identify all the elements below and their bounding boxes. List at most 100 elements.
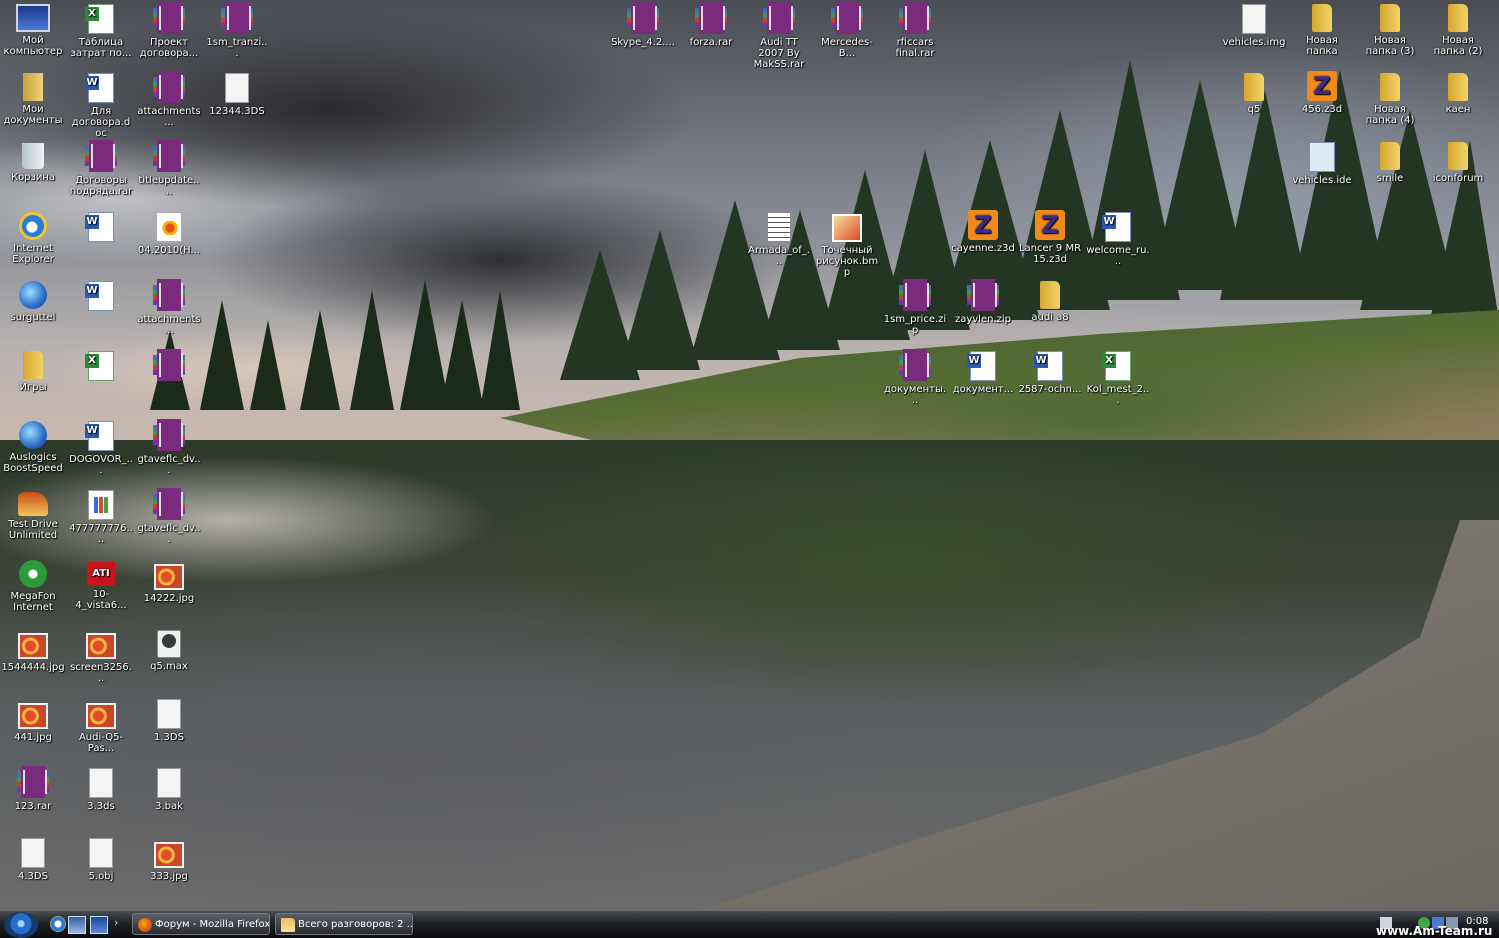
quick-launch-more-button[interactable]: › <box>114 916 118 929</box>
rar-archive-icon <box>967 279 999 311</box>
desktop-icon-file[interactable]: 477777776.... <box>68 488 134 545</box>
desktop-icon-rar[interactable]: Проект договора... <box>136 2 202 59</box>
desktop-icon-max[interactable]: q5.max <box>136 627 202 672</box>
desktop-icon-doc[interactable]: Для договора.doc <box>68 71 134 139</box>
word-file-icon <box>85 281 114 311</box>
desktop-icon-file[interactable]: vehicles.img <box>1221 2 1287 48</box>
desktop-icon-rar[interactable]: Audi TT 2007 By MakSS.rar <box>746 2 812 70</box>
desktop-icon-rar[interactable]: forza.rar <box>678 2 744 48</box>
system-tray: 0:08 www.Am-Team.ru <box>1374 914 1499 938</box>
desktop-icon-jpg[interactable]: 14222.jpg <box>136 558 202 604</box>
desktop-icon-test-drive[interactable]: Test Drive Unlimited <box>0 488 66 541</box>
desktop-icon-file[interactable]: 4.3DS <box>0 836 66 882</box>
folder-icon <box>1312 4 1332 32</box>
desktop-icon-bmp[interactable]: Точечный рисунок.bmp <box>814 210 880 278</box>
desktop-icon-rar[interactable]: rficcars final.rar <box>882 2 948 59</box>
image-file-icon <box>18 703 48 729</box>
desktop-icon-rar[interactable]: документы... <box>882 349 948 406</box>
desktop-icon-text[interactable]: Armada_of_... <box>746 210 812 267</box>
desktop-icon-doc[interactable]: документ... <box>950 349 1016 395</box>
megafon-icon <box>19 560 47 588</box>
desktop-icon-jpg[interactable]: 1544444.jpg <box>0 627 66 673</box>
desktop-icon-z3d[interactable]: Z 456.z3d <box>1289 71 1355 115</box>
desktop-icon-folder[interactable]: iconforum <box>1425 140 1491 184</box>
desktop-icon-internet-explorer[interactable]: Internet Explorer <box>0 210 66 265</box>
taskbar-button-firefox[interactable]: Форум - Mozilla Firefox <box>132 913 270 935</box>
desktop-icon-surguttel[interactable]: surguttel <box>0 279 66 323</box>
internet-explorer-icon[interactable] <box>50 916 66 932</box>
desktop-icon-z3d[interactable]: Zcayenne.z3d <box>950 210 1016 254</box>
word-file-icon <box>85 212 114 242</box>
folder-icon <box>1380 142 1400 170</box>
desktop-icon-rar[interactable]: gtaveflc_dv... <box>136 488 202 545</box>
desktop-icon-rar[interactable]: attachments... <box>136 71 202 128</box>
desktop-icon-xls[interactable] <box>68 349 134 384</box>
desktop-icon-folder[interactable]: q5 <box>1221 71 1287 115</box>
desktop-icon-folder[interactable]: Новая папка (2) <box>1425 2 1491 57</box>
desktop[interactable]: Мой компьютер Мои документы Корзина Inte… <box>0 0 1499 910</box>
desktop-icon-rar[interactable]: Mercedes-B... <box>814 2 880 59</box>
desktop-icon-jpg[interactable]: Audi-Q5-Pas... <box>68 697 134 754</box>
taskbar: › Форум - Mozilla Firefox Всего разговор… <box>0 910 1499 938</box>
desktop-icon-doc[interactable]: DOGOVOR_... <box>68 419 134 476</box>
rar-archive-icon <box>153 279 185 311</box>
desktop-icon-xls[interactable]: Таблица затрат по... <box>68 2 134 59</box>
desktop-icon-doc[interactable]: welcome_ru... <box>1085 210 1151 267</box>
blank-file-icon <box>89 768 113 798</box>
rar-archive-icon <box>763 2 795 34</box>
desktop-icon-rar[interactable]: 1sm_tranzi... <box>204 2 270 59</box>
desktop-icon-rar[interactable]: Договоры подряда.rar <box>68 140 134 197</box>
image-file-icon <box>18 633 48 659</box>
desktop-icon-doc[interactable] <box>68 210 134 245</box>
desktop-icon-doc[interactable] <box>68 279 134 314</box>
desktop-icon-rar[interactable]: titleupdate.... <box>136 140 202 197</box>
3ds-max-file-icon <box>157 630 181 658</box>
desktop-icon-megafon[interactable]: MegaFon Internet <box>0 558 66 613</box>
desktop-icon-pdf[interactable]: 04.2010(H... <box>136 210 202 256</box>
desktop-icon-ide[interactable]: vehicles.ide <box>1289 140 1355 186</box>
desktop-icon-jpg[interactable]: 333.jpg <box>136 836 202 882</box>
rar-archive-icon <box>221 2 253 34</box>
desktop-icon-folder[interactable]: Новая папка <box>1289 2 1355 57</box>
desktop-icon-rar[interactable]: Skype_4.2.... <box>610 2 676 48</box>
computer-icon <box>16 4 50 32</box>
desktop-icon-recycle-bin[interactable]: Корзина <box>0 140 66 183</box>
desktop-icon-file[interactable]: 1.3DS <box>136 697 202 743</box>
rar-archive-icon <box>831 2 863 34</box>
desktop-icon-folder[interactable]: smile <box>1357 140 1423 184</box>
show-desktop-icon[interactable] <box>90 916 108 934</box>
desktop-icon-rar[interactable]: gtaveflc_dv... <box>136 419 202 476</box>
app-launcher-icon[interactable] <box>68 916 86 934</box>
desktop-icon-rar[interactable]: zayvlen.zip <box>950 279 1016 325</box>
desktop-icon-folder[interactable]: audi a8 <box>1017 279 1083 323</box>
desktop-icon-file[interactable]: 12344.3DS <box>204 71 270 117</box>
rar-archive-icon <box>153 419 185 451</box>
blank-file-icon <box>225 73 249 103</box>
desktop-icon-my-documents[interactable]: Мои документы <box>0 71 66 126</box>
desktop-icon-jpg[interactable]: 441.jpg <box>0 697 66 743</box>
rar-archive-icon <box>153 488 185 520</box>
desktop-icon-rar[interactable]: 1sm_price.zip <box>882 279 948 336</box>
desktop-icon-rar[interactable]: attachments... <box>136 279 202 336</box>
desktop-icon-file[interactable]: 3.bak <box>136 766 202 812</box>
desktop-icon-doc[interactable]: 2587-ochn... <box>1017 349 1083 395</box>
desktop-icon-rar[interactable] <box>136 349 202 384</box>
desktop-icon-file[interactable]: 3.3ds <box>68 766 134 812</box>
taskbar-button-conversations[interactable]: Всего разговоров: 2 ... <box>275 913 413 935</box>
desktop-icon-rar[interactable]: 123.rar <box>0 766 66 812</box>
boostspeed-icon <box>19 421 47 449</box>
desktop-icon-jpg[interactable]: screen3256... <box>68 627 134 684</box>
desktop-icon-folder[interactable]: каен <box>1425 71 1491 115</box>
rar-archive-icon <box>899 279 931 311</box>
start-button[interactable] <box>4 912 38 938</box>
desktop-icon-my-computer[interactable]: Мой компьютер <box>0 2 66 57</box>
desktop-icon-file[interactable]: 5.obj <box>68 836 134 882</box>
desktop-icon-folder[interactable]: Новая папка (3) <box>1357 2 1423 57</box>
pdf-file-icon <box>156 212 182 242</box>
desktop-icon-auslogics[interactable]: Auslogics BoostSpeed <box>0 419 66 474</box>
desktop-icon-ati[interactable]: ATI 10-4_vista6... <box>68 558 134 611</box>
desktop-icon-z3d[interactable]: Z Lancer 9 MR 15.z3d <box>1017 210 1083 265</box>
desktop-icon-folder[interactable]: Новая папка (4) <box>1357 71 1423 126</box>
desktop-icon-xls[interactable]: Kol_mest_2... <box>1085 349 1151 406</box>
desktop-icon-games[interactable]: Игры <box>0 349 66 393</box>
